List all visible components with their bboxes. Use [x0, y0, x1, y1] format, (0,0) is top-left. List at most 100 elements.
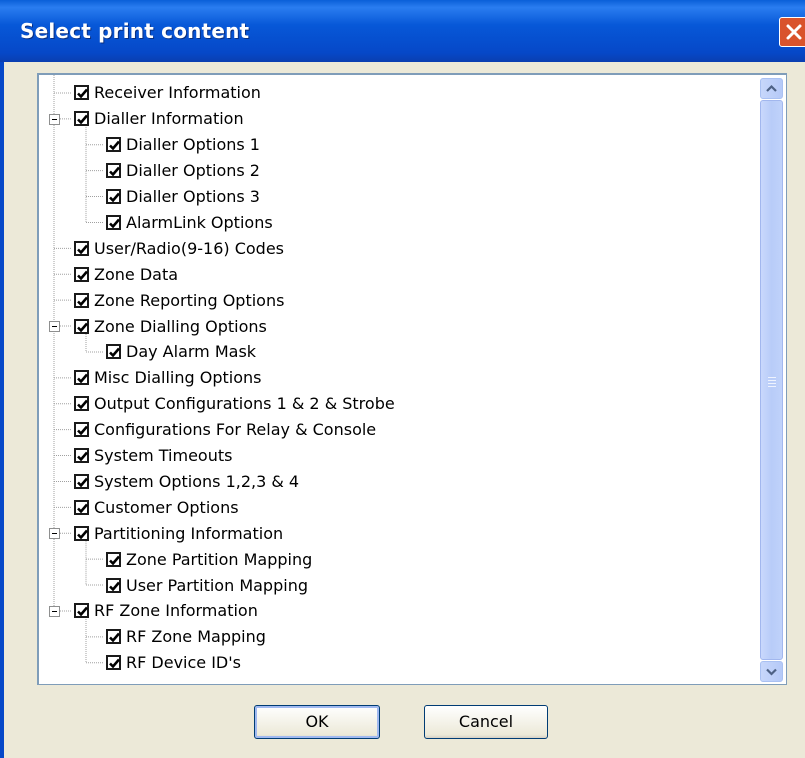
- checkmark-icon: [77, 607, 88, 617]
- tree-item-checkbox[interactable]: [106, 214, 121, 230]
- tree-item[interactable]: Zone Dialling Options: [74, 313, 267, 339]
- tree-item-checkbox[interactable]: [74, 525, 89, 541]
- vertical-scrollbar[interactable]: [760, 78, 783, 682]
- tree-item-label: Partitioning Information: [94, 523, 284, 543]
- tree-item-label: RF Zone Mapping: [126, 627, 266, 647]
- tree-item[interactable]: RF Zone Mapping: [106, 624, 266, 650]
- checkmark-icon: [109, 581, 120, 591]
- tree-item[interactable]: Output Configurations 1 & 2 & Strobe: [74, 391, 395, 417]
- tree-item-checkbox[interactable]: [106, 163, 121, 179]
- collapse-toggle-minus-icon[interactable]: [49, 321, 60, 333]
- close-button[interactable]: [779, 17, 805, 47]
- tree-item-checkbox[interactable]: [74, 318, 89, 334]
- tree-item-label: Dialler Options 1: [126, 135, 260, 155]
- tree-item-checkbox[interactable]: [106, 344, 121, 360]
- scroll-up-button[interactable]: [760, 78, 783, 99]
- tree-item[interactable]: Dialler Information: [74, 106, 244, 132]
- tree-item[interactable]: RF Zone Information: [74, 598, 258, 624]
- checkmark-icon: [77, 373, 88, 384]
- close-icon: [786, 24, 802, 40]
- collapse-toggle-minus-icon[interactable]: [49, 113, 60, 125]
- checkmark-icon: [77, 477, 88, 488]
- checkmark-icon: [77, 89, 88, 99]
- print-content-dialog: Select print content Receiver Informatio…: [0, 0, 805, 758]
- checkmark-icon: [109, 166, 120, 177]
- tree-item[interactable]: Zone Partition Mapping: [106, 546, 312, 572]
- tree-item-label: Zone Data: [94, 264, 179, 284]
- scroll-down-button[interactable]: [760, 661, 783, 682]
- tree-item-checkbox[interactable]: [106, 629, 121, 645]
- tree-item-checkbox[interactable]: [74, 499, 89, 515]
- tree-item-label: Day Alarm Mask: [126, 342, 257, 362]
- checkmark-icon: [109, 140, 120, 151]
- checkmark-icon: [77, 244, 88, 255]
- tree-item[interactable]: Configurations For Relay & Console: [74, 417, 376, 443]
- checkmark-icon: [109, 218, 120, 229]
- checkmark-icon: [77, 529, 88, 540]
- tree-item-checkbox[interactable]: [106, 189, 121, 205]
- tree-item-checkbox[interactable]: [74, 266, 89, 282]
- tree-item[interactable]: Day Alarm Mask: [106, 339, 256, 365]
- checkmark-icon: [77, 114, 88, 125]
- checkmark-icon: [77, 399, 88, 410]
- tree-item-checkbox[interactable]: [106, 577, 121, 593]
- window-frame: [0, 62, 4, 758]
- tree-item[interactable]: RF Device ID's: [106, 650, 241, 676]
- tree-item[interactable]: Misc Dialling Options: [74, 365, 262, 391]
- tree-item-label: AlarmLink Options: [126, 212, 273, 232]
- tree-item-label: Zone Partition Mapping: [126, 549, 313, 569]
- tree-item-label: Output Configurations 1 & 2 & Strobe: [94, 394, 395, 414]
- tree-item-checkbox[interactable]: [74, 448, 89, 464]
- chevron-down-icon: [766, 668, 777, 676]
- tree-item-checkbox[interactable]: [74, 603, 89, 619]
- tree-item-checkbox[interactable]: [74, 85, 89, 101]
- tree-item-checkbox[interactable]: [74, 111, 89, 127]
- tree-item-label: Misc Dialling Options: [94, 368, 262, 388]
- checkmark-icon: [77, 296, 88, 307]
- collapse-toggle-minus-icon[interactable]: [49, 528, 60, 540]
- tree-item[interactable]: Customer Options: [74, 494, 239, 520]
- tree-item[interactable]: System Timeouts: [74, 443, 232, 469]
- tree-item-checkbox[interactable]: [74, 473, 89, 489]
- tree-item[interactable]: User Partition Mapping: [106, 572, 308, 598]
- tree-item[interactable]: Dialler Options 1: [106, 132, 260, 158]
- checkmark-icon: [77, 425, 88, 436]
- tree-item-checkbox[interactable]: [106, 551, 121, 567]
- print-content-tree[interactable]: Receiver Information Dialler Information D…: [37, 73, 787, 685]
- thumb-grip: [768, 383, 776, 384]
- tree-item-label: Receiver Information: [94, 83, 261, 103]
- tree-item-checkbox[interactable]: [74, 396, 89, 412]
- tree-item[interactable]: Zone Data: [74, 261, 178, 287]
- tree-item[interactable]: Dialler Options 3: [106, 184, 260, 210]
- tree-item-checkbox[interactable]: [74, 240, 89, 256]
- tree-item[interactable]: User/Radio(9-16) Codes: [74, 235, 284, 261]
- thumb-grip: [768, 386, 776, 387]
- tree-item[interactable]: Receiver Information: [74, 80, 261, 106]
- tree-item-label: Customer Options: [94, 497, 239, 517]
- tree-item[interactable]: System Options 1,2,3 & 4: [74, 468, 299, 494]
- collapse-toggle-minus-icon[interactable]: [49, 605, 60, 617]
- tree-item-checkbox[interactable]: [74, 422, 89, 438]
- tree-item-label: Dialler Information: [94, 109, 244, 129]
- checkmark-icon: [109, 632, 120, 643]
- tree-item[interactable]: Partitioning Information: [74, 520, 283, 546]
- ok-button[interactable]: OK: [254, 705, 380, 739]
- tree-item-label: Zone Reporting Options: [94, 290, 285, 310]
- tree-item-label: Dialler Options 2: [126, 161, 260, 181]
- chevron-up-icon: [766, 84, 777, 92]
- tree-item-label: User Partition Mapping: [126, 575, 308, 595]
- tree-item-checkbox[interactable]: [74, 292, 89, 308]
- tree-item-checkbox[interactable]: [106, 137, 121, 153]
- tree-item[interactable]: Zone Reporting Options: [74, 287, 284, 313]
- tree-item-checkbox[interactable]: [74, 370, 89, 386]
- tree-item[interactable]: Dialler Options 2: [106, 158, 260, 184]
- tree-item[interactable]: AlarmLink Options: [106, 209, 273, 235]
- title-bar[interactable]: Select print content: [0, 0, 805, 62]
- tree-item-label: Dialler Options 3: [126, 187, 260, 207]
- thumb-grip: [768, 377, 776, 378]
- tree-item-label: Zone Dialling Options: [94, 316, 267, 336]
- scroll-thumb[interactable]: [760, 100, 783, 660]
- tree-item-checkbox[interactable]: [106, 655, 121, 671]
- cancel-button[interactable]: Cancel: [424, 705, 548, 739]
- tree-item-label: System Timeouts: [94, 446, 233, 466]
